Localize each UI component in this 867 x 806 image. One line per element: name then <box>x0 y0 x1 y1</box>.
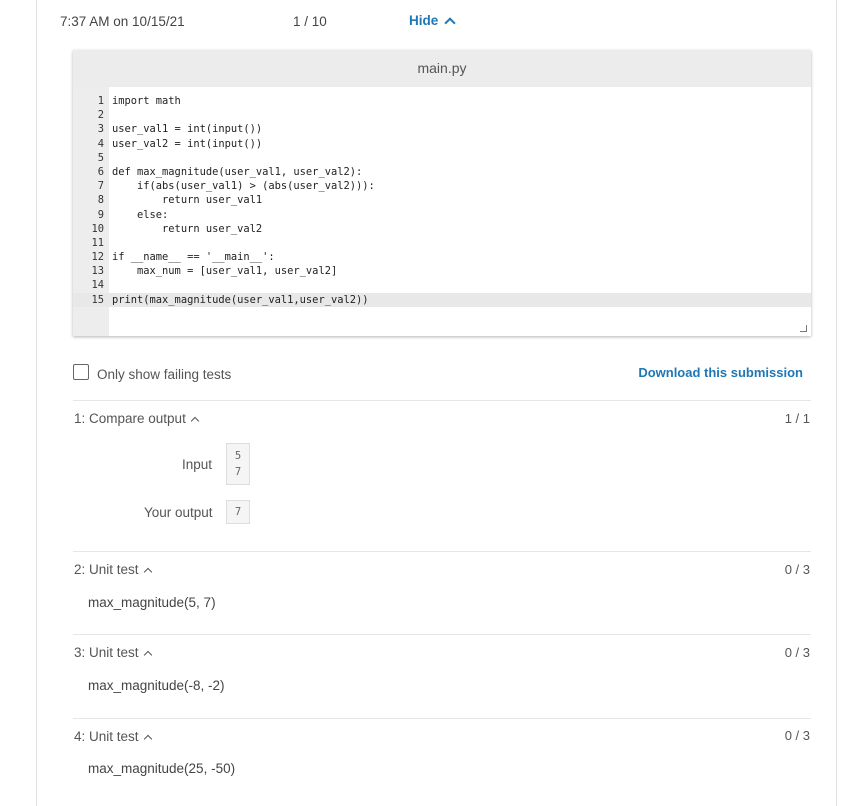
line-number: 10 <box>91 222 104 235</box>
your-output-label: Your output <box>144 505 213 520</box>
line-text: print(max_magnitude(user_val1,user_val2)… <box>112 293 369 306</box>
test-1-score: 1 / 1 <box>784 411 810 426</box>
line-text: user_val1 = int(input()) <box>112 123 263 136</box>
line-text: user_val2 = int(input()) <box>112 137 263 150</box>
code-line[interactable]: 3 user_val1 = int(input()) <box>73 122 811 136</box>
chevron-up-icon <box>143 567 152 576</box>
test-4-header[interactable]: 4: Unit test <box>74 729 152 744</box>
line-number: 5 <box>97 151 104 164</box>
editor-filename: main.py <box>73 50 811 87</box>
test-1-title: 1: Compare output <box>74 411 186 426</box>
line-text: if __name__ == '__main__': <box>112 251 275 264</box>
line-number: 1 <box>97 95 104 107</box>
line-number: 14 <box>91 279 104 292</box>
line-number: 4 <box>97 137 104 150</box>
test-2-score: 0 / 3 <box>784 562 810 577</box>
line-number: 12 <box>91 251 104 264</box>
line-text: def max_magnitude(user_val1, user_val2): <box>112 165 363 178</box>
line-text: return user_val1 <box>112 194 263 207</box>
line-number: 2 <box>97 109 104 122</box>
code-line[interactable]: 12 if __name__ == '__main__': <box>73 250 811 264</box>
code-line[interactable]: 10 return user_val2 <box>73 222 811 236</box>
hide-button[interactable]: Hide <box>409 13 456 29</box>
chevron-up-icon <box>444 16 456 29</box>
test-4-call: max_magnitude(25, -50) <box>88 761 236 776</box>
line-number: 15 <box>91 293 104 306</box>
code-line[interactable]: 14 <box>73 278 811 292</box>
test-3-score: 0 / 3 <box>784 645 810 660</box>
submission-timestamp: 7:37 AM on 10/15/21 <box>60 14 185 29</box>
test-2-header[interactable]: 2: Unit test <box>74 562 152 577</box>
divider <box>73 718 811 719</box>
line-number: 6 <box>97 165 104 178</box>
test-3-title: 3: Unit test <box>74 645 139 660</box>
code-line[interactable]: 4 user_val2 = int(input()) <box>73 137 811 151</box>
line-number: 11 <box>91 236 104 249</box>
line-number: 13 <box>91 265 104 278</box>
input-values-box: 5 7 <box>226 443 250 485</box>
code-editor[interactable]: main.py 1 import math 2 3 user_val1 = int(… <box>73 50 811 336</box>
only-failing-checkbox[interactable] <box>73 363 89 380</box>
chevron-up-icon <box>143 734 152 743</box>
test-3-header[interactable]: 3: Unit test <box>74 645 152 660</box>
code-area[interactable]: 1 import math 2 3 user_val1 = int(input())… <box>73 94 811 307</box>
code-line[interactable]: 13 max_num = [user_val1, user_val2] <box>73 264 811 278</box>
chevron-up-icon <box>190 416 200 425</box>
code-line[interactable]: 8 return user_val1 <box>73 193 811 207</box>
only-failing-toggle[interactable]: Only show failing tests <box>73 361 231 382</box>
divider <box>73 400 811 401</box>
test-2-call: max_magnitude(5, 7) <box>88 595 216 610</box>
code-line[interactable]: 9 else: <box>73 208 811 222</box>
test-3-call: max_magnitude(-8, -2) <box>88 678 225 693</box>
line-text: if(abs(user_val1) > (abs(user_val2))): <box>112 180 375 193</box>
hide-label: Hide <box>409 13 439 28</box>
resize-handle-icon[interactable] <box>800 325 807 332</box>
test-4-score: 0 / 3 <box>784 728 810 743</box>
divider <box>73 634 811 635</box>
line-number: 9 <box>97 208 104 221</box>
line-number: 8 <box>97 194 104 207</box>
code-line[interactable]: 11 <box>73 236 811 250</box>
code-line[interactable]: 5 <box>73 151 811 165</box>
line-text: import math <box>112 95 181 107</box>
input-value: 5 <box>234 450 242 462</box>
input-value: 7 <box>234 466 242 478</box>
line-number: 7 <box>97 180 104 193</box>
line-text: return user_val2 <box>112 222 263 235</box>
code-line[interactable]: 7 if(abs(user_val1) > (abs(user_val2))): <box>73 179 811 193</box>
code-line[interactable]: 2 <box>73 108 811 122</box>
only-failing-label: Only show failing tests <box>97 367 232 382</box>
test-1-header[interactable]: 1: Compare output <box>74 411 200 426</box>
output-values-box: 7 <box>226 500 250 524</box>
left-border <box>36 0 37 806</box>
right-border <box>836 0 837 806</box>
output-value: 7 <box>234 506 242 518</box>
line-text: max_num = [user_val1, user_val2] <box>112 265 338 278</box>
code-line-active[interactable]: 15 print(max_magnitude(user_val1,user_val… <box>73 292 811 307</box>
test-2-title: 2: Unit test <box>74 562 139 577</box>
test-4-title: 4: Unit test <box>74 729 139 744</box>
divider <box>73 551 811 552</box>
submission-counter: 1 / 10 <box>293 14 327 29</box>
chevron-up-icon <box>143 650 152 659</box>
line-number: 3 <box>97 123 104 136</box>
code-line[interactable]: 1 import math <box>73 94 811 108</box>
download-submission-link[interactable]: Download this submission <box>638 365 803 380</box>
input-label: Input <box>182 457 213 472</box>
line-text: else: <box>112 208 169 221</box>
code-line[interactable]: 6 def max_magnitude(user_val1, user_val2)… <box>73 165 811 179</box>
